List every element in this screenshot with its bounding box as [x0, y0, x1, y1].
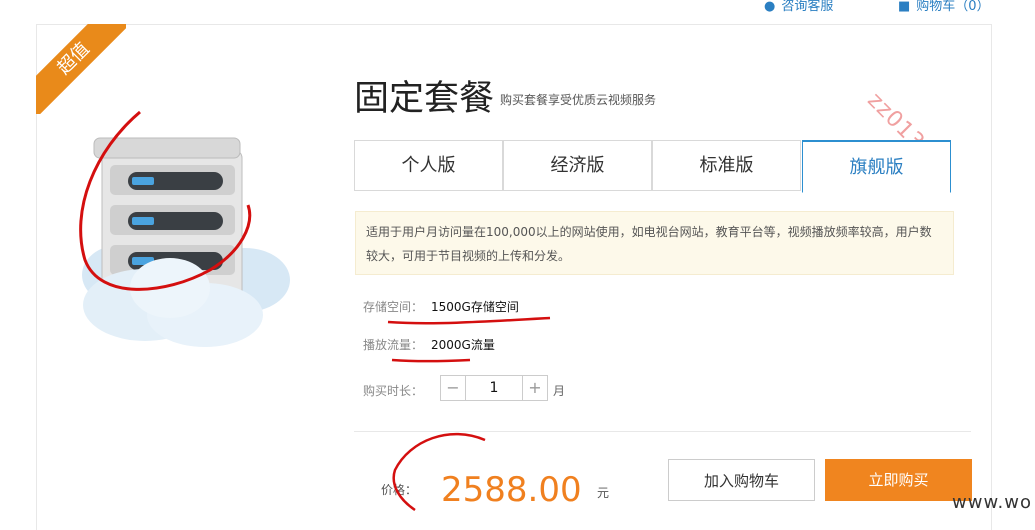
- quantity-stepper: − 1 +: [440, 375, 548, 401]
- top-nav: ● 咨询客服 ■ 购物车（0）: [0, 0, 1035, 14]
- page-subtitle: 购买套餐享受优质云视频服务: [500, 93, 657, 107]
- duration-unit: 月: [553, 384, 566, 398]
- quantity-input[interactable]: 1: [466, 375, 522, 401]
- customer-service-link[interactable]: ● 咨询客服: [764, 0, 833, 14]
- value-ribbon: 超值: [36, 24, 126, 114]
- price-currency: 元: [597, 486, 610, 500]
- server-cloud-illustration: [82, 137, 290, 347]
- price-label: 价格：: [381, 483, 418, 497]
- tab-standard[interactable]: 标准版: [652, 140, 801, 191]
- chat-bubble-icon: ●: [764, 0, 776, 14]
- traffic-label: 播放流量：: [363, 338, 424, 352]
- increase-button[interactable]: +: [522, 375, 548, 401]
- traffic-spec: 播放流量： 2000G流量: [363, 336, 495, 353]
- section-divider: [354, 431, 971, 432]
- price-amount: 2588.00: [441, 470, 582, 510]
- plan-description-box: 适用于用户月访问量在100,000以上的网站使用，如电视台网站，教育平台等，视频…: [355, 211, 954, 275]
- cart-label: 购物车（0）: [916, 0, 990, 14]
- traffic-value: 2000G流量: [431, 338, 495, 352]
- site-watermark: www.wo: [952, 492, 1032, 513]
- tab-personal[interactable]: 个人版: [354, 140, 503, 191]
- ribbon-label: 超值: [36, 24, 126, 114]
- cart-link[interactable]: ■ 购物车（0）: [898, 0, 990, 14]
- buy-now-button[interactable]: 立即购买: [825, 459, 972, 501]
- tab-economy[interactable]: 经济版: [503, 140, 652, 191]
- add-to-cart-button[interactable]: 加入购物车: [668, 459, 815, 501]
- duration-label: 购买时长：: [363, 384, 424, 398]
- plan-tabs: 个人版 经济版 标准版 旗舰版: [354, 140, 951, 193]
- cart-icon: ■: [898, 0, 911, 14]
- tab-flagship[interactable]: 旗舰版: [802, 140, 951, 193]
- customer-service-label: 咨询客服: [781, 0, 834, 14]
- page-title: 固定套餐: [354, 79, 495, 119]
- storage-value: 1500G存储空间: [431, 300, 519, 314]
- decrease-button[interactable]: −: [440, 375, 466, 401]
- plan-description: 适用于用户月访问量在100,000以上的网站使用，如电视台网站，教育平台等，视频…: [366, 225, 932, 263]
- storage-label: 存储空间：: [363, 300, 424, 314]
- storage-spec: 存储空间： 1500G存储空间: [363, 298, 519, 315]
